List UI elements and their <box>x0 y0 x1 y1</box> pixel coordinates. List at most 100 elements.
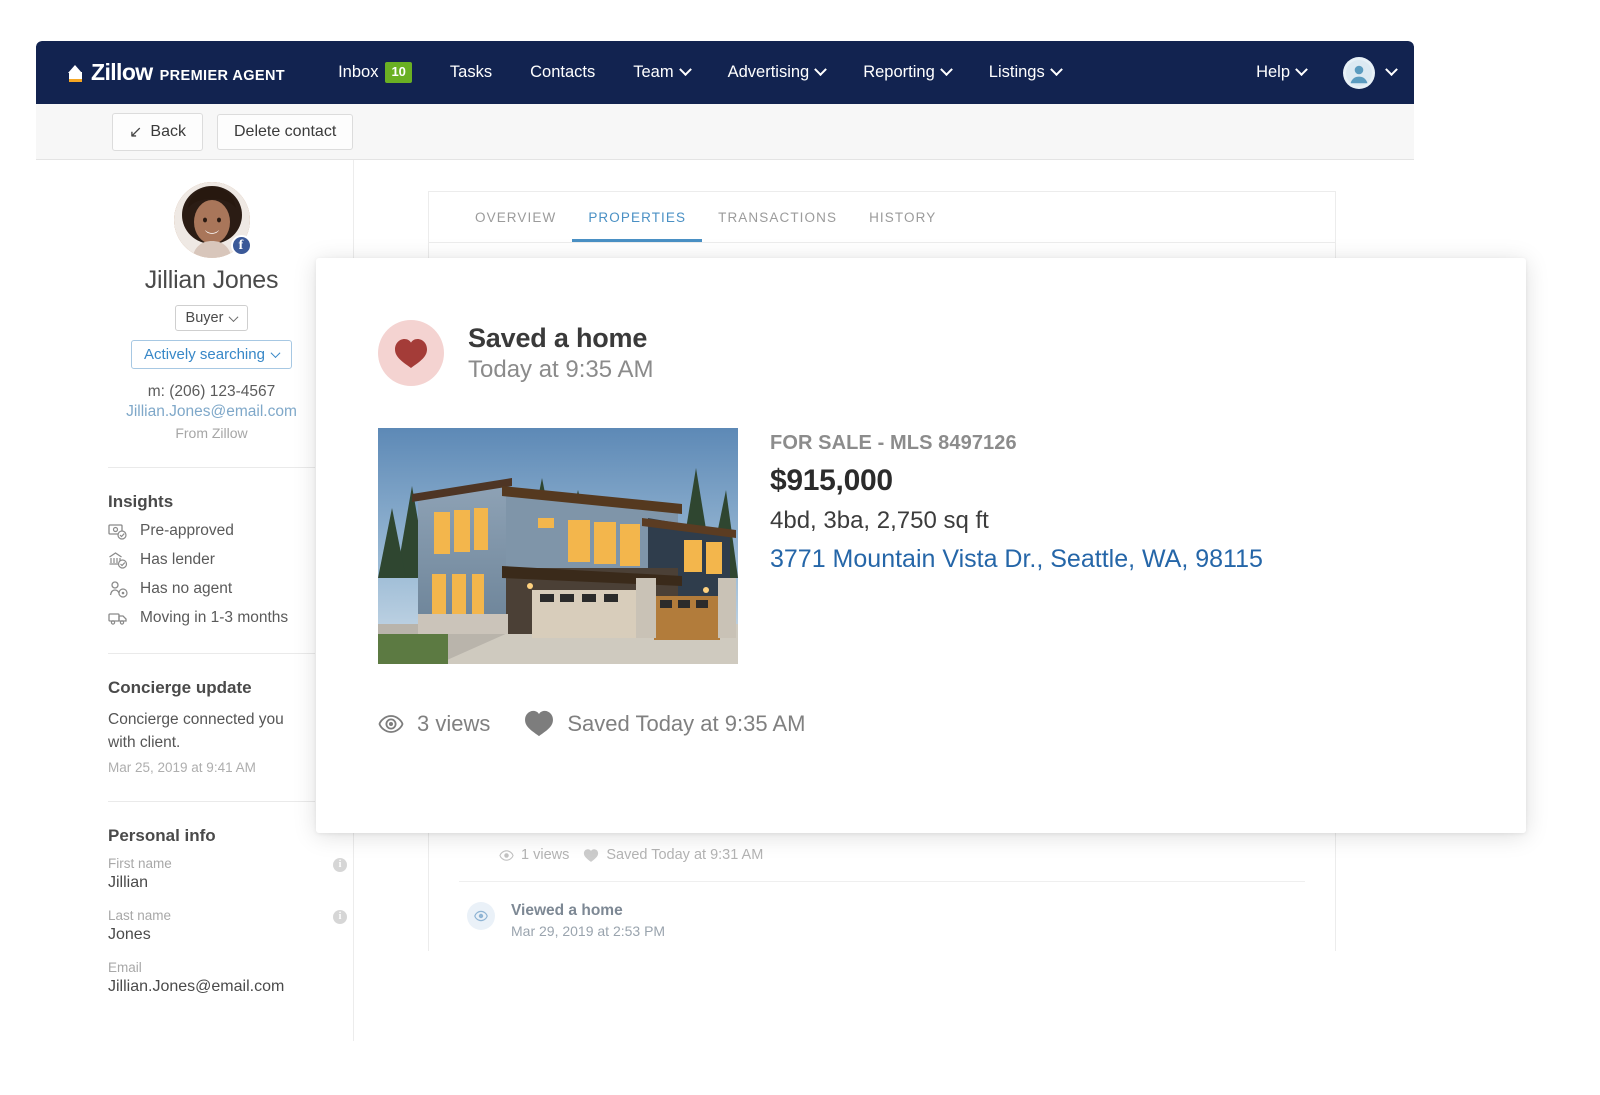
contact-tabs: OVERVIEW PROPERTIES TRANSACTIONS HISTORY <box>429 192 1335 243</box>
tab-transactions[interactable]: TRANSACTIONS <box>702 192 853 242</box>
brand-name: Zillow <box>91 59 153 86</box>
feed-saved-group: Saved Today at 9:31 AM <box>583 847 763 863</box>
nav-item-reporting[interactable]: Reporting <box>844 41 970 104</box>
feed-saved-label: Saved Today at 9:31 AM <box>606 847 763 863</box>
contact-toolbar: ↙ Back Delete contact <box>36 104 1414 160</box>
divider <box>108 801 315 802</box>
zillow-house-icon <box>68 65 83 82</box>
chevron-down-icon <box>1050 63 1063 76</box>
heart-icon <box>583 848 599 863</box>
field-last-name[interactable]: Last name Jones i <box>108 908 315 944</box>
field-value: Jillian <box>108 874 315 892</box>
page-title: Jillian Jones <box>108 266 315 295</box>
field-first-name[interactable]: First name Jillian i <box>108 856 315 892</box>
eye-icon <box>378 713 404 735</box>
saved-home-modal: Saved a home Today at 9:35 AM <box>316 258 1526 833</box>
facebook-badge-icon: f <box>231 235 252 256</box>
chevron-down-icon[interactable] <box>1385 63 1398 76</box>
insight-moving-timeline: Moving in 1-3 months <box>108 609 315 627</box>
contact-email-link[interactable]: Jillian.Jones@email.com <box>108 403 315 421</box>
insight-has-no-agent: Has no agent <box>108 580 315 598</box>
nav-item-advertising[interactable]: Advertising <box>709 41 845 104</box>
tab-properties[interactable]: PROPERTIES <box>572 192 702 242</box>
nav-right-group: Help <box>1237 41 1396 104</box>
zillow-premier-agent-logo[interactable]: Zillow PREMIER AGENT <box>68 59 285 86</box>
nav-item-listings[interactable]: Listings <box>970 41 1080 104</box>
listing-block: FOR SALE - MLS 8497126 $915,000 4bd, 3ba… <box>378 428 1526 664</box>
chevron-down-icon <box>814 63 827 76</box>
contact-source: From Zillow <box>108 425 315 441</box>
listing-details: FOR SALE - MLS 8497126 $915,000 4bd, 3ba… <box>770 428 1263 664</box>
heart-icon <box>524 710 554 737</box>
bank-icon <box>108 551 128 569</box>
listing-stats: 3 views Saved Today at 9:35 AM <box>378 710 1526 737</box>
eye-icon <box>467 902 495 930</box>
views-stat: 3 views <box>378 711 490 737</box>
insight-label: Has lender <box>140 551 215 569</box>
tab-overview[interactable]: OVERVIEW <box>459 192 572 242</box>
listing-photo[interactable] <box>378 428 738 664</box>
tab-history[interactable]: HISTORY <box>853 192 952 242</box>
feed-event-title: Viewed a home <box>511 902 665 920</box>
field-value: Jillian.Jones@email.com <box>108 978 315 996</box>
back-button[interactable]: ↙ Back <box>112 113 203 151</box>
concierge-text: Concierge connected you with client. <box>108 708 315 755</box>
avatar[interactable]: f <box>174 182 250 258</box>
chevron-down-icon <box>1295 63 1308 76</box>
contact-profile: f Jillian Jones Buyer Actively searching… <box>108 182 315 441</box>
chevron-down-icon <box>940 63 953 76</box>
contact-status-label: Actively searching <box>144 346 265 363</box>
insight-label: Pre-approved <box>140 522 234 540</box>
concierge-heading: Concierge update <box>108 678 315 698</box>
heart-icon <box>378 320 444 386</box>
nav-item-label: Team <box>633 63 673 82</box>
nav-item-label: Inbox <box>338 63 378 82</box>
brand-subtitle: PREMIER AGENT <box>160 68 286 84</box>
nav-item-team[interactable]: Team <box>614 41 708 104</box>
moving-truck-icon <box>108 609 128 627</box>
field-label: Email <box>108 960 315 975</box>
chevron-down-icon <box>679 63 692 76</box>
insights-heading: Insights <box>108 492 315 512</box>
info-icon[interactable]: i <box>333 858 347 872</box>
delete-contact-button[interactable]: Delete contact <box>217 114 353 150</box>
feed-event-date: Mar 29, 2019 at 2:53 PM <box>511 923 665 939</box>
nav-item-label: Tasks <box>450 63 492 82</box>
views-label: 3 views <box>417 711 490 737</box>
contact-status-dropdown[interactable]: Actively searching <box>131 340 292 369</box>
nav-item-contacts[interactable]: Contacts <box>511 41 614 104</box>
feed-views-group: 1 views <box>499 847 569 863</box>
contact-phone: m: (206) 123-4567 <box>108 383 315 401</box>
feed-event-viewed-home[interactable]: Viewed a home Mar 29, 2019 at 2:53 PM <box>459 882 1305 939</box>
modal-header-text: Saved a home Today at 9:35 AM <box>468 323 653 384</box>
divider <box>108 653 315 654</box>
back-arrow-icon: ↙ <box>129 122 142 142</box>
user-avatar[interactable] <box>1343 57 1375 89</box>
nav-item-help[interactable]: Help <box>1237 41 1325 104</box>
field-label: Last name <box>108 908 315 923</box>
money-check-icon <box>108 522 128 540</box>
contact-type-dropdown[interactable]: Buyer <box>175 305 249 331</box>
info-icon[interactable]: i <box>333 910 347 924</box>
nav-item-tasks[interactable]: Tasks <box>431 41 511 104</box>
back-button-label: Back <box>150 123 186 141</box>
nav-items: Inbox 10 Tasks Contacts Team Advertising… <box>319 41 1080 104</box>
concierge-timestamp: Mar 25, 2019 at 9:41 AM <box>108 760 315 775</box>
modal-subtitle: Today at 9:35 AM <box>468 356 653 384</box>
field-value: Jones <box>108 926 315 944</box>
feed-views-label: 1 views <box>521 847 569 863</box>
listing-beds-baths-sqft: 4bd, 3ba, 2,750 sq ft <box>770 507 1263 535</box>
listing-price: $915,000 <box>770 464 1263 498</box>
nav-item-label: Reporting <box>863 63 935 82</box>
nav-item-label: Contacts <box>530 63 595 82</box>
listing-address-link[interactable]: 3771 Mountain Vista Dr., Seattle, WA, 98… <box>770 545 1263 574</box>
field-email[interactable]: Email Jillian.Jones@email.com <box>108 960 315 996</box>
nav-item-label: Advertising <box>728 63 810 82</box>
contact-sidebar: f Jillian Jones Buyer Actively searching… <box>36 160 354 1041</box>
nav-item-label: Listings <box>989 63 1045 82</box>
inbox-count-badge: 10 <box>385 62 411 82</box>
personal-info-heading: Personal info <box>108 826 315 846</box>
divider <box>108 467 315 468</box>
nav-item-inbox[interactable]: Inbox 10 <box>319 41 431 104</box>
modal-header: Saved a home Today at 9:35 AM <box>378 320 1526 386</box>
